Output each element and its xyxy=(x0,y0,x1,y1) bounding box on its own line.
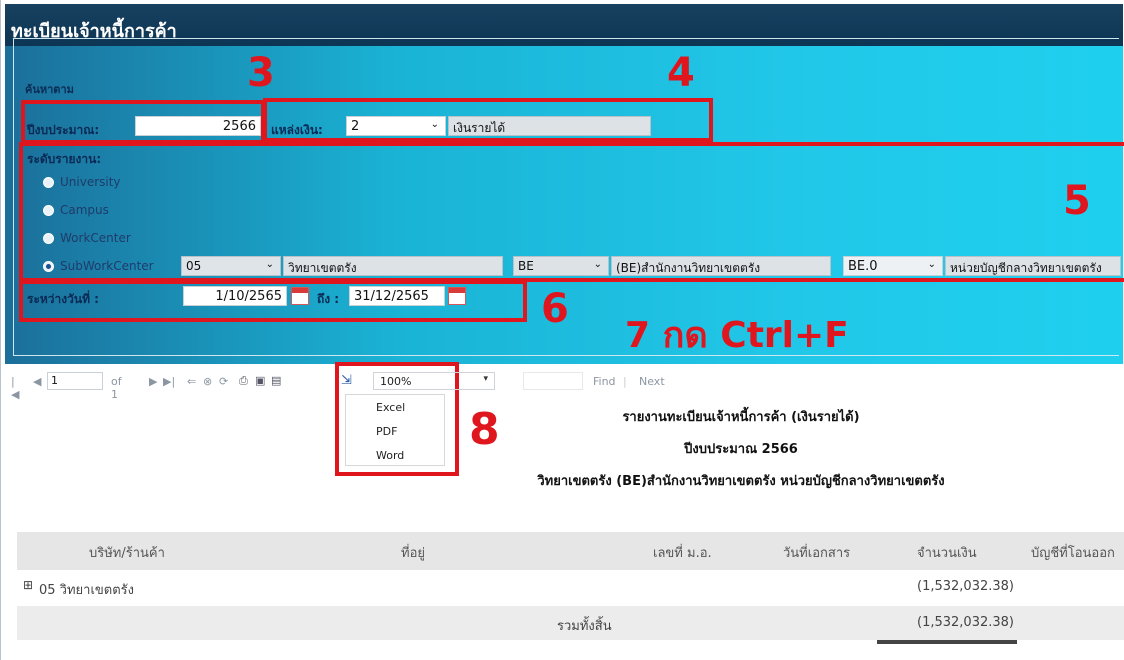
search-legend: ค้นหาตาม xyxy=(25,83,74,96)
app-window: ทะเบียนเจ้าหนี้การค้า ค้นหาตาม ปีงบประมา… xyxy=(0,0,1124,660)
report-table-header: บริษัท/ร้านค้า ที่อยู่ เลขที่ ม.อ. วันที… xyxy=(17,532,1124,570)
col-doc-no: เลขที่ ม.อ. xyxy=(653,546,712,561)
col-amount: จำนวนเงิน xyxy=(917,546,977,561)
stop-icon[interactable]: ⊗ xyxy=(203,375,212,388)
export-icon[interactable]: ⇲ xyxy=(341,373,352,388)
page-setup-icon[interactable]: ▣ xyxy=(255,374,265,387)
annotation-box-3 xyxy=(21,100,265,144)
report-unit-line: วิทยาเขตตรัง (BE)สำนักงานวิทยาเขตตรัง หน… xyxy=(537,474,945,489)
find-input[interactable] xyxy=(523,372,583,390)
report-title: รายงานทะเบียนเจ้าหนี้การค้า (เงินรายได้) xyxy=(622,410,860,425)
first-page-icon[interactable]: |◀ xyxy=(11,375,19,401)
annotation-3: 3 xyxy=(247,50,275,96)
annotation-box-5 xyxy=(19,142,1124,282)
col-address: ที่อยู่ xyxy=(401,546,425,561)
zoom-value: 100% xyxy=(380,375,412,388)
annotation-5: 5 xyxy=(1063,178,1091,224)
print-icon[interactable]: ⎙ xyxy=(239,374,248,388)
annotation-box-6 xyxy=(19,280,527,322)
annotation-6: 6 xyxy=(541,286,569,332)
row-amount: (1,532,032.38) xyxy=(917,579,1014,594)
total-row: รวมทั้งสิ้น (1,532,032.38) xyxy=(17,606,1124,640)
row-name: 05 วิทยาเขตตรัง xyxy=(39,583,135,598)
annotation-4: 4 xyxy=(667,50,695,96)
next-link[interactable]: Next xyxy=(639,375,665,388)
annotation-8: 8 xyxy=(469,404,500,455)
export-excel[interactable]: Excel xyxy=(376,401,405,414)
total-amount: (1,532,032.38) xyxy=(917,615,1014,630)
page-input[interactable]: 1 xyxy=(47,372,103,390)
table-row: ⊞ 05 วิทยาเขตตรัง (1,532,032.38) xyxy=(17,572,1124,602)
prev-page-icon[interactable]: ◀ xyxy=(33,375,41,388)
find-link[interactable]: Find xyxy=(593,375,616,388)
print-layout-icon[interactable]: ▤ xyxy=(271,374,281,387)
zoom-select[interactable]: 100% ▾ xyxy=(373,372,495,390)
col-transfer-account: บัญชีที่โอนออก xyxy=(1031,546,1115,561)
report-subtitle: ปีงบประมาณ 2566 xyxy=(684,442,798,457)
back-icon[interactable]: ⇐ xyxy=(187,375,196,388)
annotation-7: 7 กด Ctrl+F xyxy=(625,315,849,356)
col-doc-date: วันที่เอกสาร xyxy=(783,546,851,561)
annotation-box-4 xyxy=(263,98,713,142)
expand-icon[interactable]: ⊞ xyxy=(23,578,33,592)
export-word[interactable]: Word xyxy=(376,449,404,462)
last-page-icon[interactable]: ▶| xyxy=(163,375,175,388)
export-pdf[interactable]: PDF xyxy=(376,425,397,438)
chevron-down-icon: ▾ xyxy=(483,374,488,384)
refresh-icon[interactable]: ⟳ xyxy=(219,375,228,388)
toolbar-separator: | xyxy=(623,375,627,388)
total-underline xyxy=(877,640,1017,644)
total-label: รวมทั้งสิ้น xyxy=(557,619,612,634)
next-page-icon[interactable]: ▶ xyxy=(149,375,157,388)
col-company: บริษัท/ร้านค้า xyxy=(89,546,165,561)
page-count: of 1 xyxy=(111,375,122,401)
export-menu: Excel PDF Word xyxy=(345,394,445,466)
